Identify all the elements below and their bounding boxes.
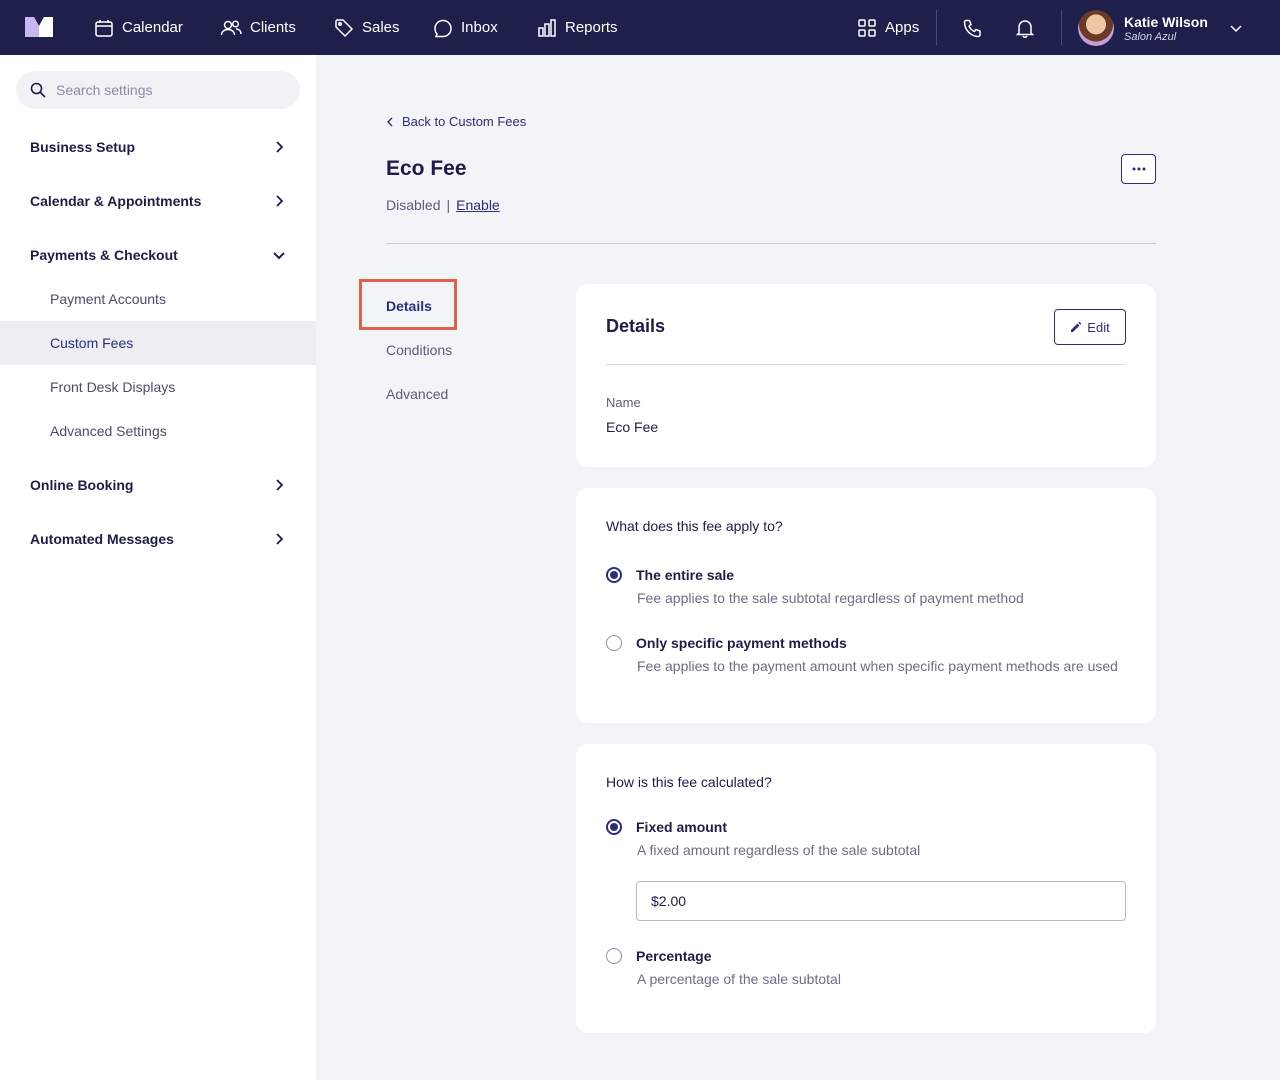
user-name: Katie Wilson	[1124, 14, 1208, 30]
name-field-value: Eco Fee	[606, 419, 659, 435]
more-options-button[interactable]	[1121, 154, 1156, 184]
notifications-button[interactable]	[1010, 0, 1040, 55]
bar-chart-icon	[538, 18, 556, 37]
tab-conditions[interactable]: Conditions	[386, 342, 452, 358]
sidebar-section-label: Payments & Checkout	[30, 247, 178, 263]
fee-applies-question: What does this fee apply to?	[606, 518, 783, 534]
nav-divider	[1061, 10, 1062, 45]
nav-reports[interactable]: Reports	[537, 0, 618, 55]
user-salon: Salon Azul	[1124, 31, 1177, 43]
chevron-right-icon	[276, 479, 284, 491]
edit-button-label: Edit	[1087, 319, 1110, 335]
option-description: A fixed amount regardless of the sale su…	[637, 842, 921, 858]
nav-apps-label: Apps	[885, 19, 920, 36]
sidebar-section-online-booking[interactable]: Online Booking	[0, 463, 316, 507]
sidebar-section-business-setup[interactable]: Business Setup	[0, 125, 316, 169]
search-icon	[30, 82, 46, 98]
users-icon	[220, 19, 242, 35]
radio-fixed-amount[interactable]	[606, 819, 622, 835]
back-to-custom-fees-link[interactable]: Back to Custom Fees	[386, 114, 526, 129]
option-description: Fee applies to the sale subtotal regardl…	[637, 590, 1024, 606]
status-separator: |	[446, 197, 451, 213]
chevron-down-icon	[273, 252, 285, 260]
tab-advanced[interactable]: Advanced	[386, 386, 448, 402]
card-divider	[606, 364, 1126, 365]
sidebar-item-label: Front Desk Displays	[50, 379, 176, 395]
phone-icon	[963, 19, 981, 37]
sidebar-section-label: Online Booking	[30, 477, 134, 493]
tab-highlight-annotation	[359, 279, 457, 330]
chevron-right-icon	[276, 533, 284, 545]
chevron-down-icon[interactable]	[1228, 20, 1244, 36]
nav-inbox-label: Inbox	[461, 19, 498, 36]
chevron-right-icon	[276, 141, 284, 153]
details-card-title: Details	[606, 316, 666, 336]
sidebar-section-automated-messages[interactable]: Automated Messages	[0, 517, 316, 561]
option-title[interactable]: Fixed amount	[636, 819, 727, 835]
option-title[interactable]: Percentage	[636, 948, 711, 964]
nav-clients[interactable]: Clients	[220, 0, 296, 55]
sidebar-item-advanced-settings[interactable]: Advanced Settings	[0, 409, 316, 453]
status-text: Disabled	[386, 197, 441, 213]
search-box[interactable]	[16, 71, 300, 109]
fee-applies-card: What does this fee apply to? The entire …	[576, 488, 1156, 723]
brand-logo-icon[interactable]	[25, 17, 53, 37]
sidebar-item-label: Custom Fees	[50, 335, 134, 351]
radio-percentage[interactable]	[606, 948, 622, 964]
option-title[interactable]: The entire sale	[636, 567, 734, 583]
option-title[interactable]: Only specific payment methods	[636, 635, 847, 651]
search-input[interactable]	[56, 82, 276, 98]
sidebar-section-label: Business Setup	[30, 139, 136, 155]
apps-grid-icon	[858, 18, 876, 37]
nav-clients-label: Clients	[250, 19, 296, 36]
sidebar-item-label: Advanced Settings	[50, 423, 167, 439]
nav-calendar-label: Calendar	[122, 19, 183, 36]
more-horizontal-icon	[1132, 167, 1145, 171]
radio-entire-sale[interactable]	[606, 567, 622, 583]
nav-inbox[interactable]: Inbox	[433, 0, 498, 55]
sidebar-section-label: Automated Messages	[30, 531, 174, 547]
nav-sales[interactable]: Sales	[334, 0, 400, 55]
sidebar-section-label: Calendar & Appointments	[30, 193, 202, 209]
fixed-amount-input[interactable]	[636, 881, 1126, 921]
chevron-left-icon	[387, 117, 393, 126]
sidebar-section-payments-checkout[interactable]: Payments & Checkout	[0, 233, 316, 277]
option-description: Fee applies to the payment amount when s…	[637, 658, 1118, 674]
page-title: Eco Fee	[386, 157, 467, 180]
radio-specific-payment-methods[interactable]	[606, 635, 622, 651]
back-link-label: Back to Custom Fees	[402, 114, 527, 129]
top-navigation-bar: Calendar Clients Sales Inbox Reports App…	[0, 0, 1280, 55]
details-card: Details Edit Name Eco Fee	[576, 284, 1156, 467]
nav-apps[interactable]: Apps	[857, 0, 919, 55]
header-divider	[386, 243, 1156, 244]
status-line: Disabled | Enable	[386, 197, 500, 213]
chat-icon	[434, 19, 452, 37]
settings-sidebar: Business Setup Calendar & Appointments P…	[0, 55, 316, 1080]
sidebar-section-calendar-appointments[interactable]: Calendar & Appointments	[0, 179, 316, 223]
bell-icon	[1015, 19, 1035, 38]
name-field-label: Name	[606, 395, 641, 410]
pencil-icon	[1071, 321, 1082, 332]
nav-sales-label: Sales	[362, 19, 400, 36]
nav-divider	[936, 10, 937, 45]
fee-calculation-question: How is this fee calculated?	[606, 774, 772, 790]
avatar[interactable]	[1078, 10, 1114, 46]
nav-reports-label: Reports	[565, 19, 618, 36]
edit-button[interactable]: Edit	[1054, 309, 1126, 345]
calendar-icon	[95, 19, 113, 37]
phone-button[interactable]	[958, 0, 988, 55]
sidebar-item-custom-fees[interactable]: Custom Fees	[0, 321, 316, 365]
sidebar-item-front-desk-displays[interactable]: Front Desk Displays	[0, 365, 316, 409]
chevron-right-icon	[276, 195, 284, 207]
sidebar-item-label: Payment Accounts	[50, 291, 166, 307]
tag-icon	[335, 18, 354, 37]
fee-calculation-card: How is this fee calculated? Fixed amount…	[576, 744, 1156, 1033]
enable-link[interactable]: Enable	[456, 197, 500, 213]
sidebar-item-payment-accounts[interactable]: Payment Accounts	[0, 277, 316, 321]
nav-calendar[interactable]: Calendar	[94, 0, 183, 55]
option-description: A percentage of the sale subtotal	[637, 971, 841, 987]
